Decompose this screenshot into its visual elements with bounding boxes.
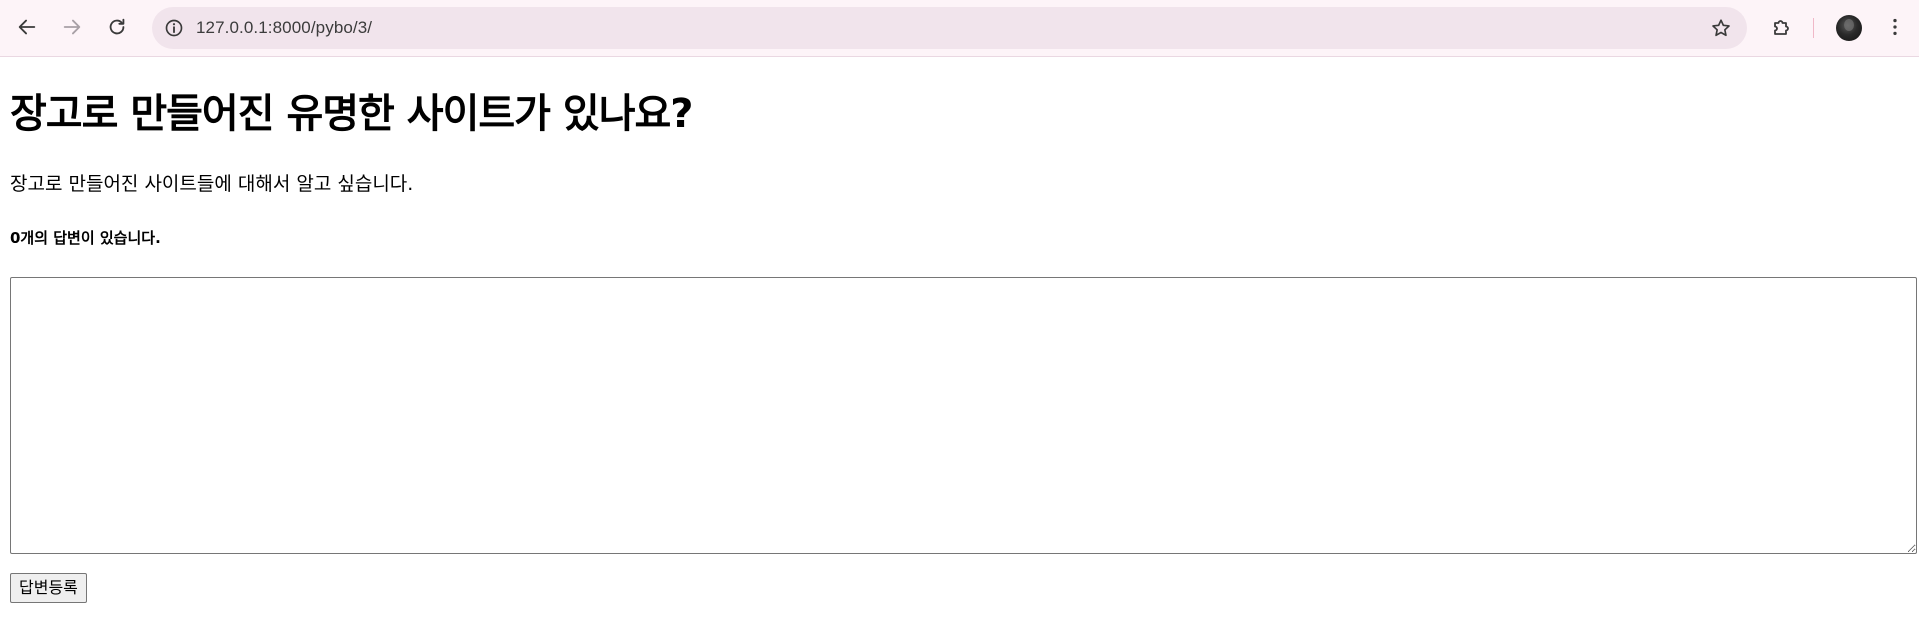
browser-toolbar: 127.0.0.1:8000/pybo/3/ [0,0,1919,57]
forward-button[interactable] [54,9,90,45]
extensions-button[interactable] [1764,9,1800,45]
kebab-menu-icon [1893,18,1897,36]
puzzle-icon [1774,20,1789,35]
reload-icon [109,18,125,35]
browser-menu-button[interactable] [1880,9,1910,45]
question-subject: 장고로 만들어진 유명한 사이트가 있나요? [10,91,694,137]
site-info-button[interactable] [160,14,188,42]
question-content: 장고로 만들어진 사이트들에 대해서 알고 싶습니다. [10,173,414,195]
arrow-right-icon [63,19,81,35]
info-icon [165,19,183,37]
answer-content-textarea[interactable] [10,277,1917,554]
answer-submit-button[interactable]: 답변등록 [10,573,87,603]
arrow-left-icon [18,19,36,35]
reload-button[interactable] [99,9,135,45]
answer-count: 0개의 답변이 있습니다. [10,229,161,247]
address-bar[interactable]: 127.0.0.1:8000/pybo/3/ [152,7,1747,49]
page-content: 장고로 만들어진 유명한 사이트가 있나요? 장고로 만들어진 사이트들에 대해… [0,58,1919,631]
toolbar-divider [1813,18,1814,38]
profile-avatar[interactable] [1836,15,1862,41]
url-text[interactable]: 127.0.0.1:8000/pybo/3/ [196,7,372,49]
star-icon [1712,19,1730,37]
back-button[interactable] [9,9,45,45]
bookmark-button[interactable] [1707,14,1735,42]
